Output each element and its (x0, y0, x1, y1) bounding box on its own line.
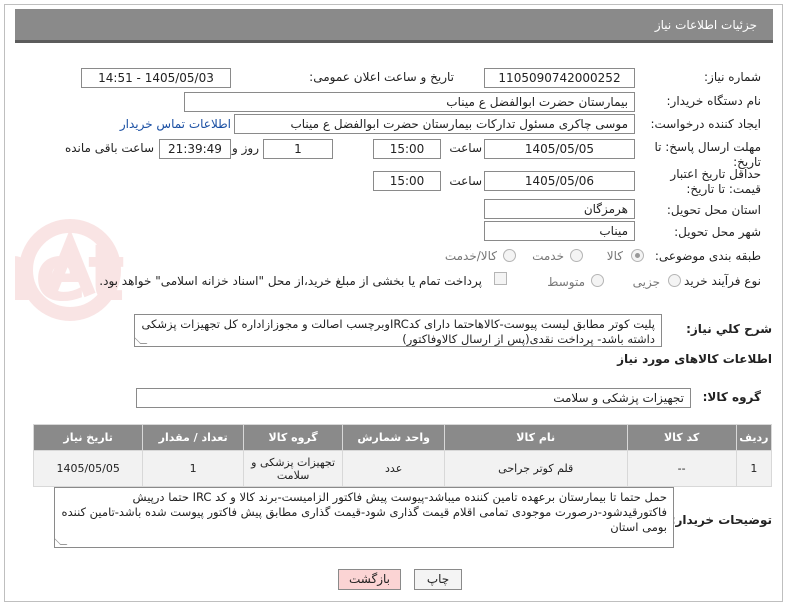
need-number-label: شماره نیاز: (704, 70, 761, 84)
remaining-time-label: ساعت باقی مانده (64, 141, 154, 155)
cell-code: -- (626, 450, 737, 487)
deadline-days-field: 1 (263, 139, 333, 159)
col-group-header: گروه کالا (242, 424, 344, 451)
description-label: شرح كلي نياز: (686, 322, 772, 336)
need-number-field: 1105090742000252 (484, 68, 635, 88)
buyer-org-label: نام دستگاه خریدار: (666, 94, 762, 108)
category-radio-goods[interactable] (631, 249, 644, 262)
resize-handle-icon[interactable] (135, 337, 148, 344)
deadline-time-field: 15:00 (373, 139, 441, 159)
province-field: هرمزگان (484, 199, 635, 219)
process-option-medium: متوسط (547, 275, 585, 289)
deadline-label: مهلت ارسال پاسخ: تا تاریخ: (654, 140, 761, 169)
goods-table: ردیف کد کالا نام کالا واحد شمارش گروه کا… (32, 424, 773, 487)
col-row-header: ردیف (735, 424, 773, 451)
creator-field: موسی چاکری مسئول تداركات بيمارستان حضرت … (234, 114, 635, 134)
category-radio-goods-service[interactable] (503, 249, 516, 262)
cell-date: 1405/05/05 (32, 450, 144, 487)
buyer-notes-text: حمل حتما تا بیمارستان برعهده تامین کننده… (61, 490, 667, 534)
print-button[interactable]: چاپ (414, 569, 462, 590)
deadline-days-label: روز و (232, 141, 259, 155)
process-radio-medium[interactable] (591, 274, 604, 287)
buyer-notes-textarea[interactable]: حمل حتما تا بیمارستان برعهده تامین کننده… (54, 487, 674, 548)
page-header: جزئیات اطلاعات نیاز (15, 9, 773, 43)
process-radio-minor[interactable] (668, 274, 681, 287)
category-option-goods-service: کالا/خدمت (444, 249, 497, 263)
buyer-org-field: بیمارستان حضرت ابوالفضل ع میناب (184, 92, 635, 112)
category-radio-service[interactable] (570, 249, 583, 262)
goods-info-title: اطلاعات کالاهای مورد نیاز (617, 352, 772, 366)
announce-field: 1405/05/03 - 14:51 (81, 68, 231, 88)
province-label: استان محل تحویل: (666, 203, 761, 217)
validity-time-label: ساعت (449, 174, 482, 188)
col-date-header: تاریخ نیاز (32, 424, 144, 451)
description-textarea[interactable]: پلیت کوتر مطابق لیست پیوست-کالاهاحتما دا… (134, 314, 662, 347)
announce-label: تاریخ و ساعت اعلان عمومی: (309, 70, 454, 84)
col-code-header: کد کالا (626, 424, 737, 451)
category-option-goods: کالا (606, 249, 623, 263)
deadline-date-field: 1405/05/05 (484, 139, 635, 159)
col-unit-header: واحد شمارش (342, 424, 445, 451)
validity-date-field: 1405/05/06 (484, 171, 635, 191)
treasury-payment-text: پرداخت تمام یا بخشی از مبلغ خرید،از محل … (99, 274, 482, 288)
validity-time-field: 15:00 (373, 171, 441, 191)
creator-label: ایجاد کننده درخواست: (650, 117, 761, 131)
city-label: شهر محل تحویل: (674, 225, 761, 239)
process-label: نوع فرآیند خرید : (676, 274, 761, 288)
category-label: طبقه بندی موضوعی: (654, 249, 761, 263)
resize-handle-icon[interactable] (55, 538, 68, 545)
description-text: پلیت کوتر مطابق لیست پیوست-کالاهاحتما دا… (141, 317, 655, 346)
remaining-time-field: 21:39:49 (159, 139, 231, 159)
treasury-payment-checkbox[interactable] (494, 272, 507, 285)
goods-group-label: گروه کالا: (702, 390, 761, 404)
validity-label: حداقل تاریخ اعتبار قیمت: تا تاریخ: (670, 167, 761, 196)
back-button[interactable]: بازگشت (338, 569, 401, 590)
goods-group-field: تجهیزات پزشکی و سلامت (136, 388, 691, 408)
cell-name: قلم کوتر جراحی (443, 450, 628, 487)
col-name-header: نام کالا (443, 424, 628, 451)
table-header-row: ردیف کد کالا نام کالا واحد شمارش گروه کا… (32, 424, 773, 451)
cell-group: تجهیزات پزشکی و سلامت (242, 450, 344, 487)
city-field: میناب (484, 221, 635, 241)
buyer-notes-label: توضیحات خریدار: (670, 513, 772, 527)
deadline-time-label: ساعت (449, 141, 482, 155)
cell-qty: 1 (142, 450, 244, 487)
buyer-contact-link[interactable]: اطلاعات تماس خریدار (120, 117, 231, 131)
page-title: جزئیات اطلاعات نیاز (654, 18, 757, 32)
category-option-service: خدمت (532, 249, 564, 263)
process-option-minor: جزیی (632, 275, 660, 289)
cell-unit: عدد (342, 450, 445, 487)
col-qty-header: تعداد / مقدار (142, 424, 244, 451)
cell-row: 1 (735, 450, 773, 487)
table-row: 1 -- قلم کوتر جراحی عدد تجهیزات پزشکی و … (32, 450, 773, 487)
